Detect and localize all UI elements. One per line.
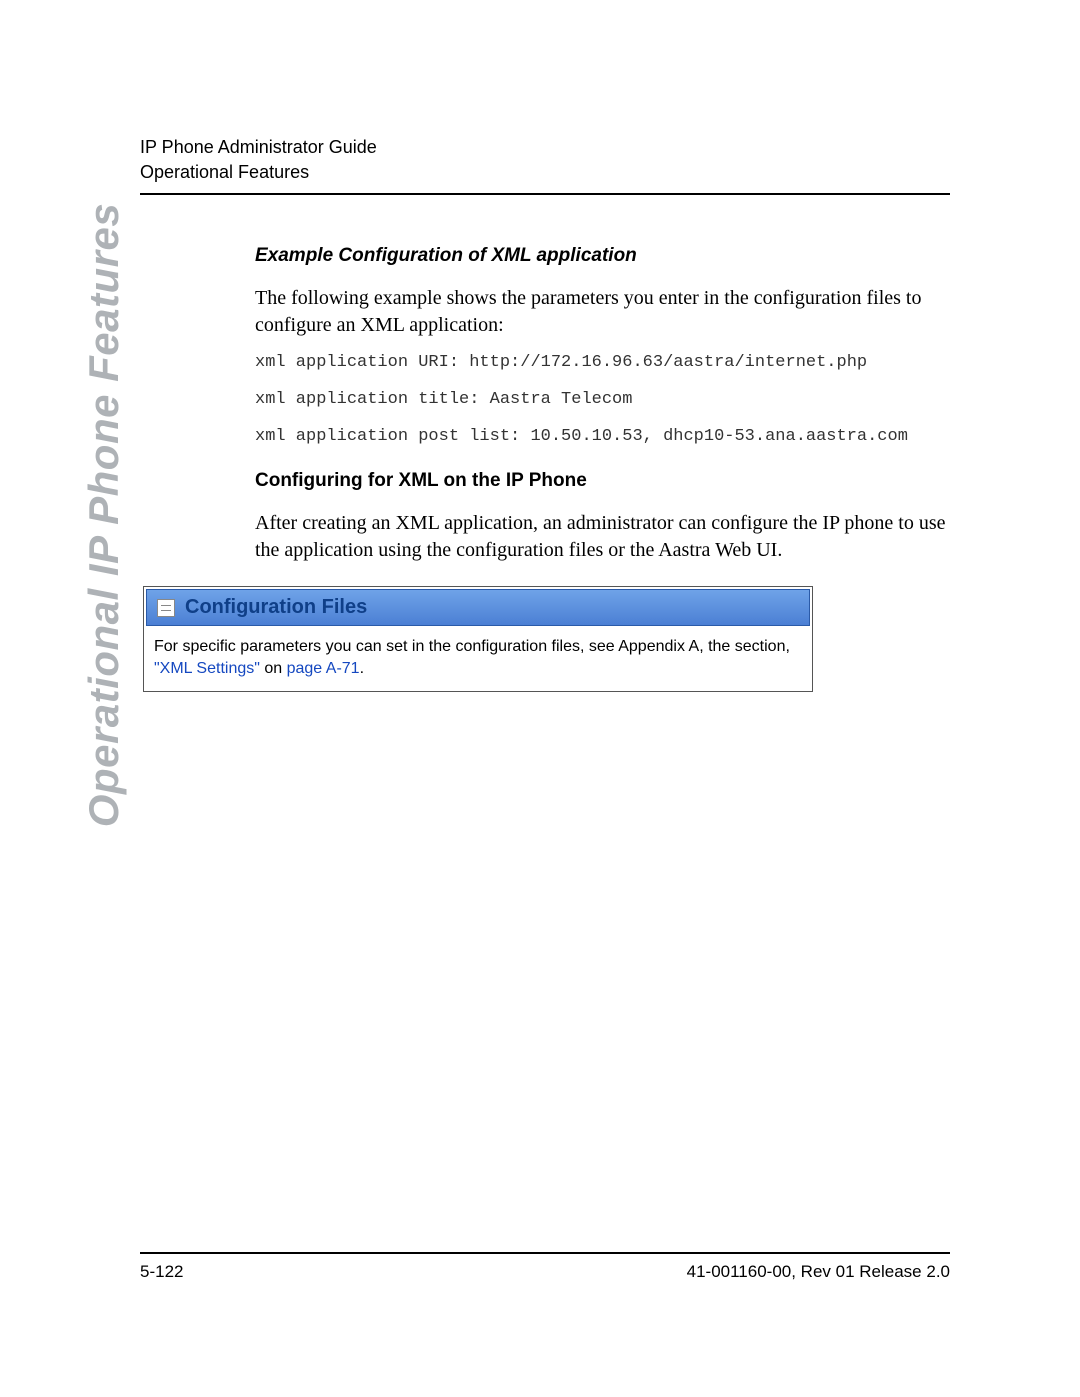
para-example-intro: The following example shows the paramete… — [255, 285, 950, 339]
callout-text-pre: For specific parameters you can set in t… — [154, 638, 790, 655]
callout-text-post: . — [360, 660, 364, 677]
header-section-title: Operational Features — [140, 162, 950, 183]
callout-body: For specific parameters you can set in t… — [144, 628, 812, 691]
sidebar-chapter-label: Operational IP Phone Features — [80, 203, 128, 827]
code-xml-title: xml application title: Aastra Telecom — [255, 390, 950, 409]
link-xml-settings[interactable]: "XML Settings" — [154, 660, 260, 677]
footer-rule — [140, 1252, 950, 1254]
header-rule — [140, 193, 950, 195]
document-icon — [157, 599, 175, 617]
footer-doc-id: 41-001160-00, Rev 01 Release 2.0 — [687, 1262, 950, 1282]
page-header: IP Phone Administrator Guide Operational… — [140, 137, 950, 195]
callout-config-files: Configuration Files For specific paramet… — [143, 586, 813, 692]
code-xml-post-list: xml application post list: 10.50.10.53, … — [255, 427, 950, 446]
callout-header: Configuration Files — [146, 589, 810, 626]
callout-text-mid: on — [260, 660, 287, 677]
heading-configuring-xml: Configuring for XML on the IP Phone — [255, 470, 950, 492]
page: IP Phone Administrator Guide Operational… — [0, 0, 1080, 1397]
heading-example-config: Example Configuration of XML application — [255, 245, 950, 267]
footer-page-number: 5-122 — [140, 1262, 183, 1282]
link-page-a71[interactable]: page A-71 — [287, 660, 360, 677]
callout-title: Configuration Files — [185, 596, 367, 619]
page-footer: 5-122 41-001160-00, Rev 01 Release 2.0 — [140, 1252, 950, 1282]
para-configuring-xml: After creating an XML application, an ad… — [255, 510, 950, 564]
main-content: Example Configuration of XML application… — [255, 245, 950, 692]
code-xml-uri: xml application URI: http://172.16.96.63… — [255, 353, 950, 372]
header-guide-title: IP Phone Administrator Guide — [140, 137, 950, 158]
